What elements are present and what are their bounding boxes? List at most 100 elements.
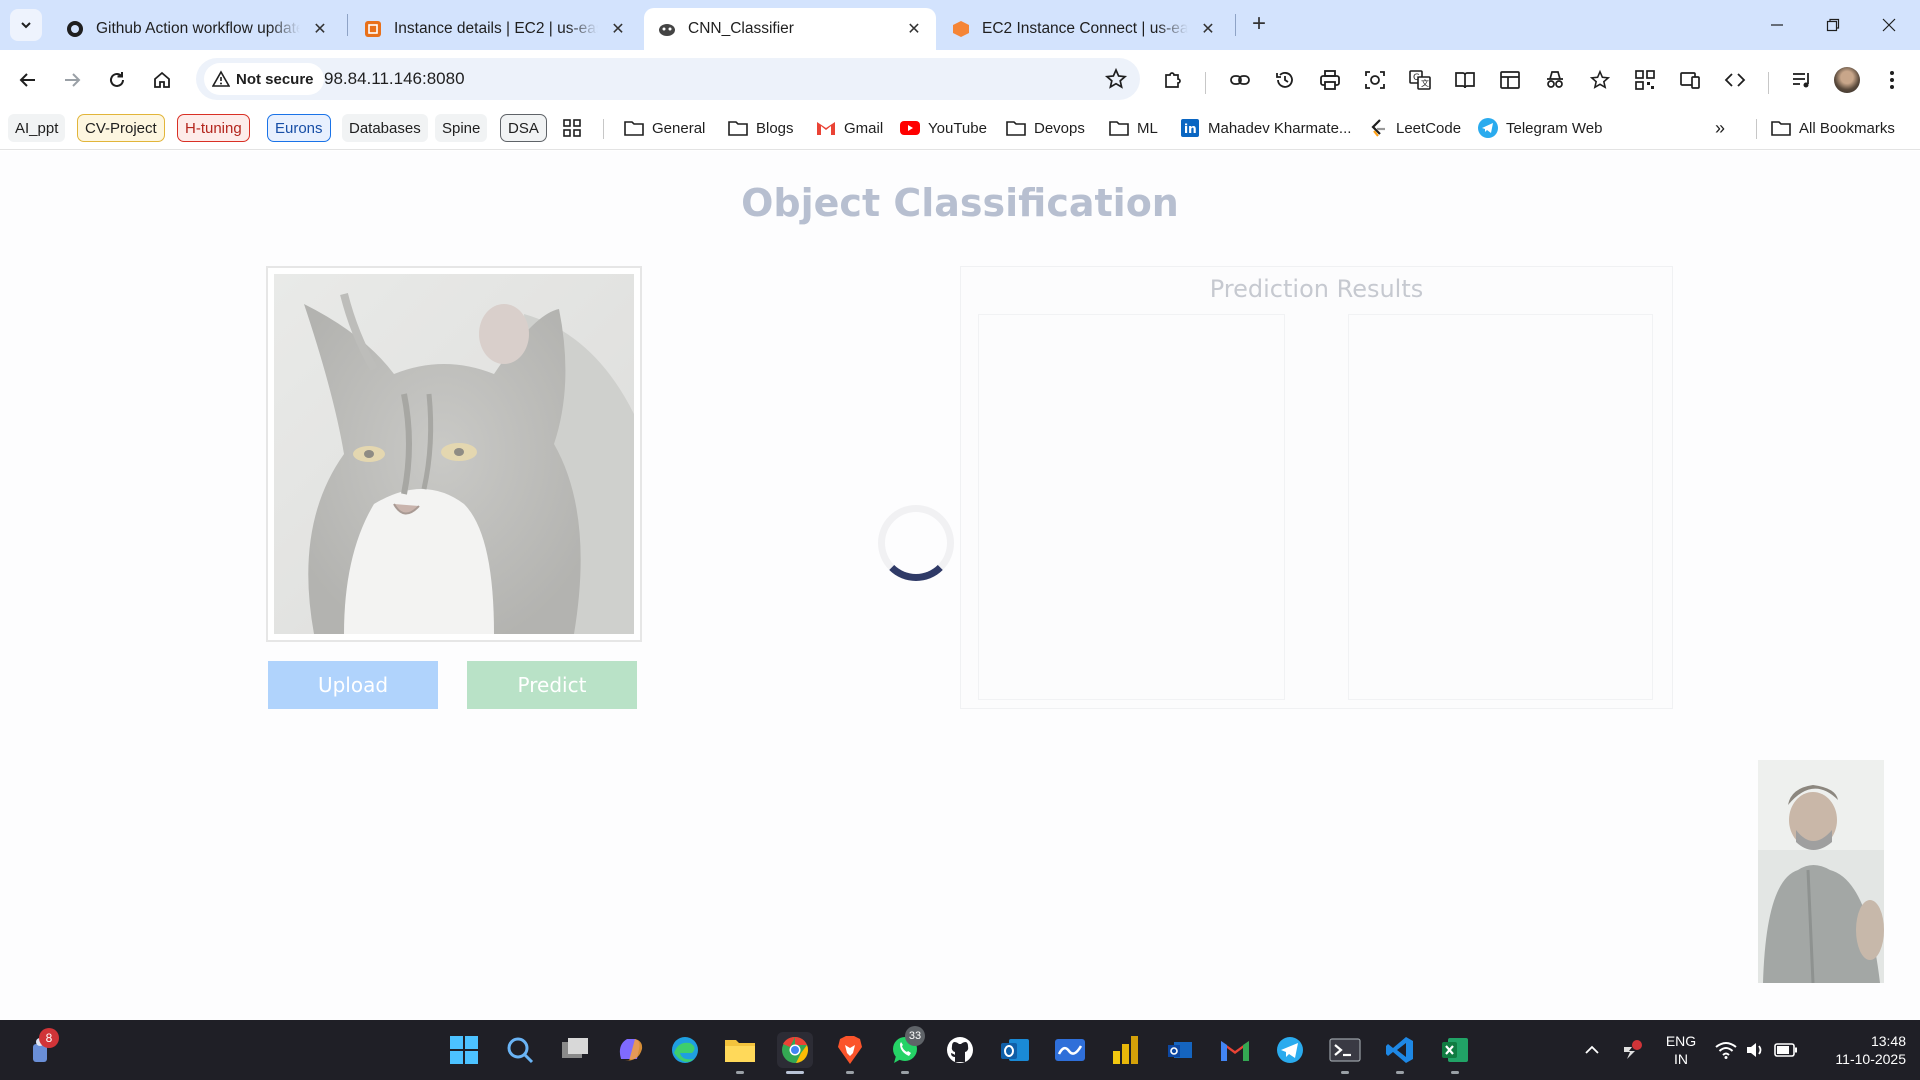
reload-button[interactable] <box>101 64 133 96</box>
history-icon <box>1276 72 1293 88</box>
bookmark-youtube[interactable]: YouTube <box>900 114 987 142</box>
chrome-icon <box>782 1036 809 1063</box>
favorites-button[interactable] <box>1584 64 1616 96</box>
table-button[interactable] <box>1494 64 1526 96</box>
tab-divider <box>1235 14 1236 36</box>
bookmark-gmail[interactable]: Gmail <box>816 114 883 142</box>
outlook-classic-button[interactable] <box>1162 1032 1198 1068</box>
page-content: Object Classification Upload Predict Pre… <box>0 151 1920 1020</box>
tab-ec2-connect[interactable]: EC2 Instance Connect | us-east-1 ✕ <box>938 8 1230 50</box>
tab-github[interactable]: Github Action workflow update ✕ <box>52 8 342 50</box>
telegram-button[interactable] <box>1272 1032 1308 1068</box>
predict-button[interactable]: Predict <box>467 661 637 709</box>
reading-mode-button[interactable] <box>1449 64 1481 96</box>
all-bookmarks-button[interactable]: All Bookmarks <box>1771 114 1895 142</box>
close-icon[interactable]: ✕ <box>1198 19 1218 39</box>
security-chip[interactable]: Not secure <box>204 63 324 95</box>
grid-icon <box>563 119 581 137</box>
brave-button[interactable] <box>832 1032 868 1068</box>
toolbar-divider <box>1205 72 1206 94</box>
show-hidden-icons-button[interactable] <box>1574 1032 1610 1068</box>
terminal-button[interactable] <box>1327 1032 1363 1068</box>
tab-groups-button[interactable] <box>562 114 582 142</box>
bookmark-star-icon[interactable] <box>1104 67 1128 91</box>
tab-search-button[interactable] <box>10 9 42 41</box>
start-button[interactable] <box>446 1032 482 1068</box>
folder-icon <box>1006 118 1026 138</box>
bookmark-telegram[interactable]: Telegram Web <box>1478 114 1602 142</box>
more-bookmarks-button[interactable]: » <box>1715 114 1725 142</box>
address-bar[interactable]: Not secure 98.84.11.146:8080 <box>196 58 1140 100</box>
outlook-button[interactable] <box>997 1032 1033 1068</box>
profile-button[interactable] <box>1831 64 1863 96</box>
close-icon[interactable]: ✕ <box>608 19 628 39</box>
home-button[interactable] <box>146 64 178 96</box>
bookmark-folder-ml[interactable]: ML <box>1109 114 1158 142</box>
vscode-button[interactable] <box>1382 1032 1418 1068</box>
close-icon[interactable]: ✕ <box>904 19 924 39</box>
devtools-button[interactable] <box>1719 64 1751 96</box>
copilot-button[interactable] <box>612 1032 648 1068</box>
battery-button[interactable] <box>1768 1032 1804 1068</box>
forward-button[interactable] <box>56 64 88 96</box>
screenshot-button[interactable] <box>1359 64 1391 96</box>
tray-app-button[interactable] <box>1614 1032 1650 1068</box>
whiteboard-button[interactable] <box>1052 1032 1088 1068</box>
outlook-icon <box>1001 1039 1029 1061</box>
bookmark-folder-devops[interactable]: Devops <box>1006 114 1085 142</box>
bookmark-leetcode[interactable]: LeetCode <box>1368 114 1461 142</box>
bookmark-cv-project[interactable]: CV-Project <box>77 114 165 142</box>
tab-ec2-instance[interactable]: Instance details | EC2 | us-east-1 ✕ <box>350 8 640 50</box>
search-button[interactable] <box>502 1032 538 1068</box>
copy-link-button[interactable] <box>1224 64 1256 96</box>
file-explorer-button[interactable] <box>722 1032 758 1068</box>
bookmark-spine[interactable]: Spine <box>435 114 488 142</box>
incognito-button[interactable] <box>1539 64 1571 96</box>
history-button[interactable] <box>1269 64 1301 96</box>
folder-icon <box>1109 118 1129 138</box>
github-desktop-button[interactable] <box>942 1032 978 1068</box>
bookmark-databases[interactable]: Databases <box>342 114 428 142</box>
close-icon[interactable]: ✕ <box>310 19 330 39</box>
bookmark-h-tuning[interactable]: H-tuning <box>177 114 250 142</box>
gmail-button[interactable] <box>1217 1032 1253 1068</box>
print-button[interactable] <box>1314 64 1346 96</box>
chrome-button[interactable] <box>777 1032 813 1068</box>
url-text[interactable]: 98.84.11.146:8080 <box>324 69 465 89</box>
task-view-button[interactable] <box>557 1032 593 1068</box>
translate-button[interactable]: G文 <box>1404 64 1436 96</box>
bookmark-ai-ppt[interactable]: AI_ppt <box>8 114 66 142</box>
print-icon <box>1320 70 1340 90</box>
clock[interactable]: 13:48 11-10-2025 <box>1812 1032 1912 1068</box>
media-controls-button[interactable] <box>1786 64 1818 96</box>
close-window-button[interactable] <box>1874 10 1904 40</box>
cast-button[interactable] <box>1674 64 1706 96</box>
bookmark-dsa[interactable]: DSA <box>500 114 547 142</box>
edge-icon <box>672 1037 698 1063</box>
extensions-button[interactable] <box>1157 64 1189 96</box>
gmail-icon <box>1221 1041 1249 1061</box>
minimize-icon <box>1771 24 1783 26</box>
bookmarks-divider <box>1756 119 1757 139</box>
qr-code-button[interactable] <box>1629 64 1661 96</box>
upload-button[interactable]: Upload <box>268 661 438 709</box>
bookmark-linkedin[interactable]: in Mahadev Kharmate... <box>1180 114 1351 142</box>
bookmark-label: All Bookmarks <box>1799 119 1895 137</box>
back-button[interactable] <box>12 64 44 96</box>
language-indicator[interactable]: ENG IN <box>1660 1032 1702 1068</box>
bookmark-folder-blogs[interactable]: Blogs <box>728 114 794 142</box>
bookmark-folder-general[interactable]: General <box>624 114 705 142</box>
menu-button[interactable] <box>1876 64 1908 96</box>
new-tab-button[interactable]: + <box>1246 12 1272 38</box>
tab-cnn-classifier[interactable]: CNN_Classifier ✕ <box>644 8 936 50</box>
power-bi-button[interactable] <box>1107 1032 1143 1068</box>
edge-button[interactable] <box>667 1032 703 1068</box>
excel-button[interactable] <box>1437 1032 1473 1068</box>
restore-button[interactable] <box>1818 10 1848 40</box>
minimize-button[interactable] <box>1762 10 1792 40</box>
bookmark-eurons[interactable]: Eurons <box>267 114 331 142</box>
linkedin-icon: in <box>1180 118 1200 138</box>
running-indicator <box>736 1071 744 1074</box>
tab-title: CNN_Classifier <box>688 20 794 37</box>
svg-text:in: in <box>1184 122 1197 136</box>
